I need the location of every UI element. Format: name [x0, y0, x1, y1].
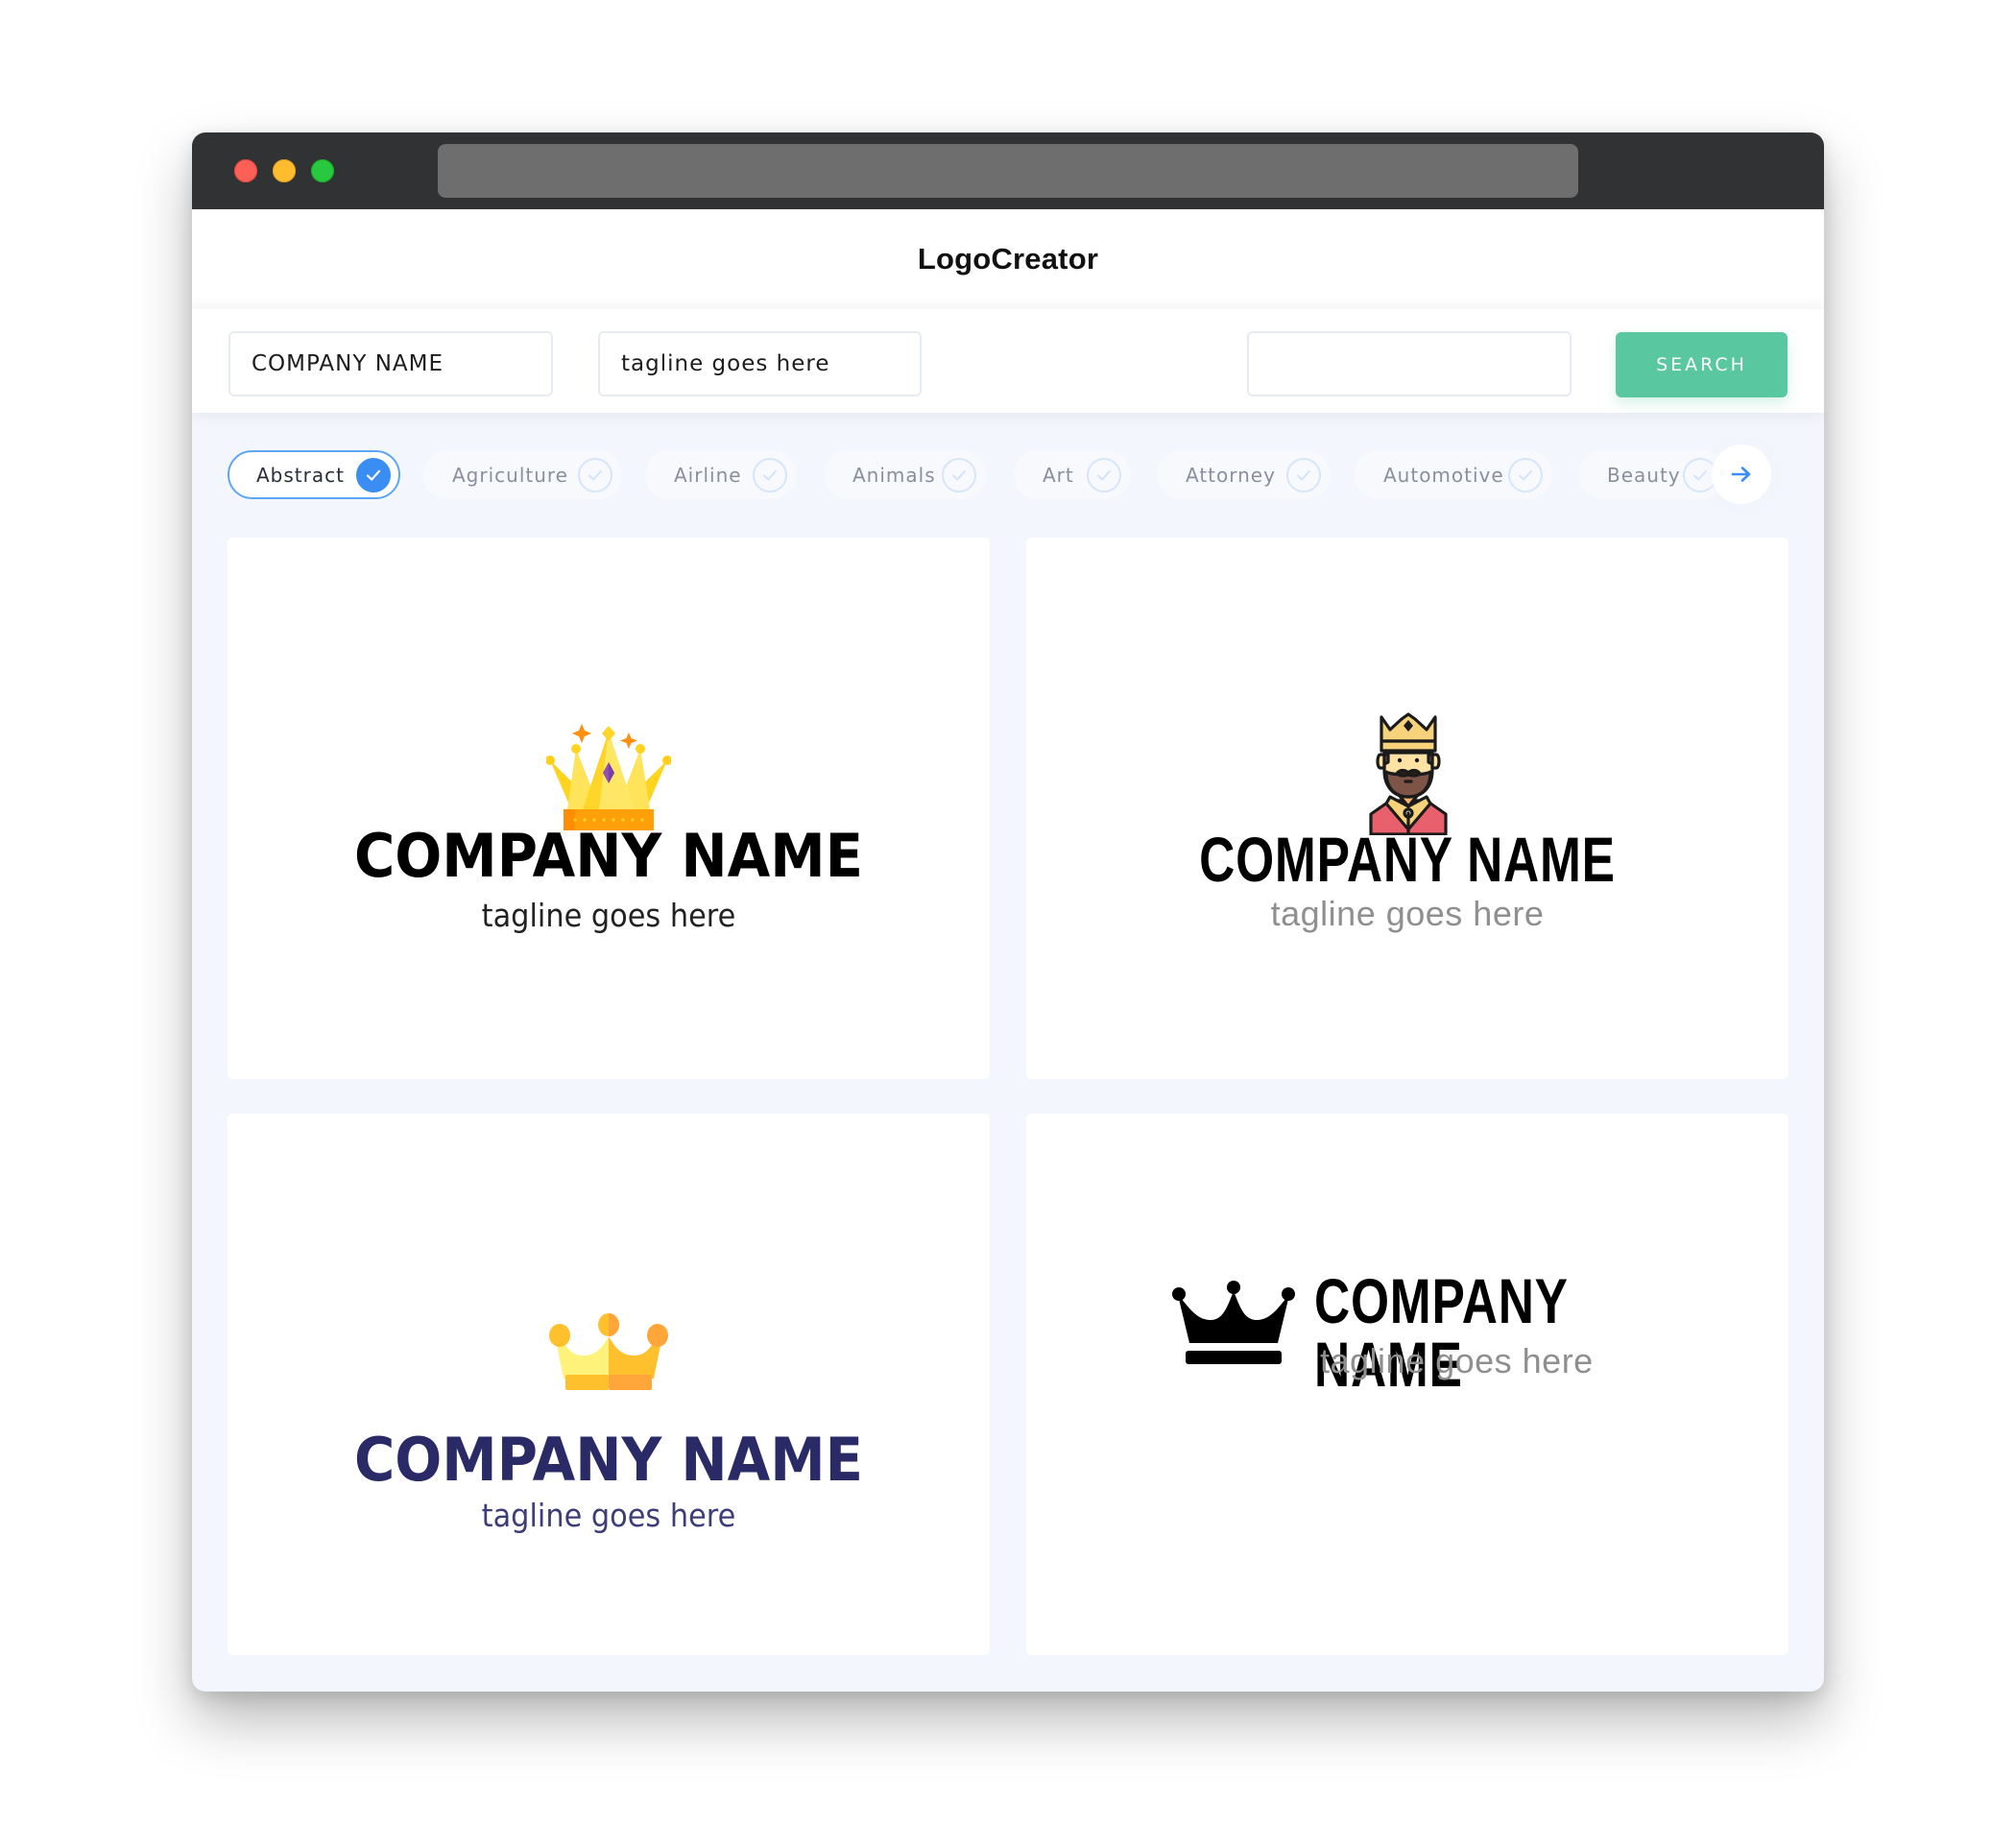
category-chip-attorney[interactable]: Attorney	[1157, 450, 1331, 499]
category-label: Art	[1043, 463, 1074, 487]
category-label: Agriculture	[452, 463, 568, 487]
arrow-right-icon	[1731, 467, 1751, 482]
check-icon	[356, 457, 391, 492]
check-icon	[942, 457, 976, 492]
app-header: LogoCreator	[192, 209, 1824, 309]
logo-tagline: tagline goes here	[1270, 894, 1545, 933]
search-bar: SEARCH	[192, 309, 1824, 413]
company-name-input[interactable]	[228, 331, 553, 396]
category-label: Abstract	[256, 463, 345, 487]
logo-card[interactable]: COMPANY NAME tagline goes here	[228, 1114, 990, 1655]
logo-card[interactable]: COMPANY NAME tagline goes here	[1026, 538, 1788, 1079]
check-icon	[578, 457, 612, 492]
check-icon	[1508, 457, 1543, 492]
category-filter-bar: Abstract Agriculture Airline Animals Art…	[192, 413, 1824, 538]
check-icon	[1087, 457, 1121, 492]
logo-company-name: COMPANY NAME	[353, 821, 864, 891]
category-chip-animals[interactable]: Animals	[824, 450, 986, 499]
close-window-button[interactable]	[234, 159, 257, 182]
search-button[interactable]: SEARCH	[1616, 332, 1788, 397]
logo-tagline: tagline goes here	[481, 1497, 736, 1534]
category-label: Animals	[852, 463, 936, 487]
brand-logo[interactable]: LogoCreator	[918, 242, 1098, 276]
category-chip-agriculture[interactable]: Agriculture	[423, 450, 622, 499]
logo-tagline: tagline goes here	[1320, 1341, 1594, 1380]
logo-card[interactable]: COMPANY NAME tagline goes here	[228, 538, 990, 1079]
categories-next-button[interactable]	[1712, 444, 1771, 504]
category-label: Automotive	[1383, 463, 1504, 487]
logo-company-name: COMPANY NAME	[1199, 824, 1616, 895]
category-label: Airline	[674, 463, 742, 487]
category-chip-abstract[interactable]: Abstract	[228, 450, 400, 499]
gold-crown-with-gem-icon	[546, 724, 671, 830]
black-crown-icon	[1172, 1281, 1295, 1364]
tagline-input[interactable]	[598, 331, 922, 396]
check-icon	[1286, 457, 1321, 492]
category-chip-art[interactable]: Art	[1014, 450, 1131, 499]
category-label: Attorney	[1186, 463, 1276, 487]
address-bar[interactable]	[438, 144, 1578, 198]
maximize-window-button[interactable]	[311, 159, 334, 182]
category-chip-beauty[interactable]: Beauty	[1578, 450, 1727, 499]
category-label: Beauty	[1607, 463, 1681, 487]
category-chip-automotive[interactable]: Automotive	[1355, 450, 1552, 499]
king-avatar-icon	[1369, 712, 1448, 835]
logo-tagline: tagline goes here	[481, 897, 736, 934]
logo-card[interactable]: COMPANY NAME tagline goes here	[1026, 1114, 1788, 1655]
check-icon	[753, 457, 787, 492]
minimize-window-button[interactable]	[273, 159, 296, 182]
browser-window: LogoCreator SEARCH Abstract Agriculture …	[192, 132, 1824, 1692]
flat-crown-icon	[549, 1313, 668, 1390]
category-chip-airline[interactable]: Airline	[645, 450, 797, 499]
keyword-input[interactable]	[1247, 331, 1572, 396]
logo-company-name: COMPANY NAME	[353, 1425, 864, 1495]
title-bar	[192, 132, 1824, 209]
